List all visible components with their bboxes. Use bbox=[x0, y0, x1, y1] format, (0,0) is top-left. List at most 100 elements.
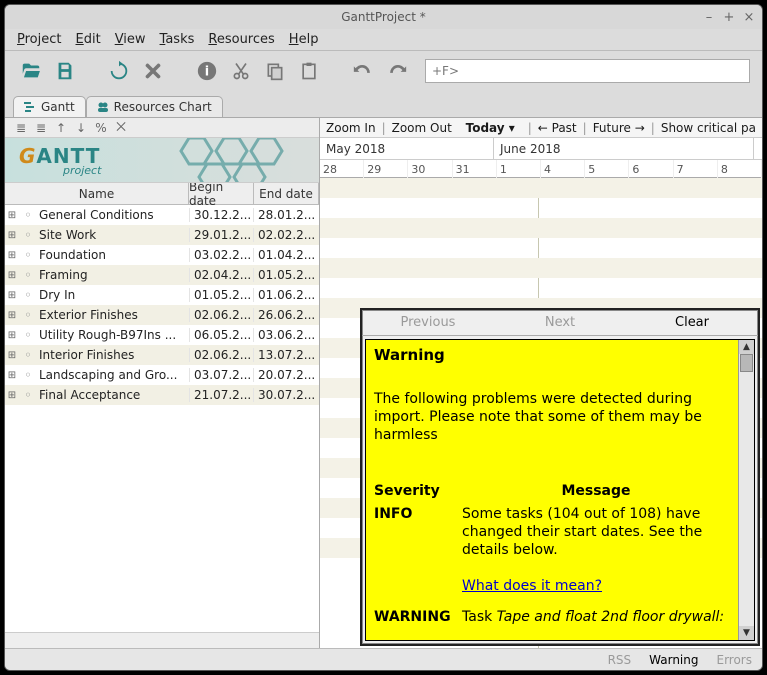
day-label: 4 bbox=[541, 160, 585, 178]
undo-icon[interactable] bbox=[349, 57, 377, 85]
outdent-icon[interactable]: ≣ bbox=[13, 120, 29, 136]
expand-icon[interactable]: ⊞ bbox=[5, 230, 19, 241]
open-icon[interactable] bbox=[17, 57, 45, 85]
tab-resources-label: Resources Chart bbox=[114, 100, 212, 114]
table-row[interactable]: ⊞◦Site Work29.01.2...02.02.2... bbox=[5, 225, 319, 245]
indent-icon[interactable]: ≣ bbox=[33, 120, 49, 136]
status-warning[interactable]: Warning bbox=[649, 653, 698, 667]
gantt-row bbox=[320, 278, 762, 298]
status-rss[interactable]: RSS bbox=[608, 653, 632, 667]
titlebar: GanttProject * – + × bbox=[5, 5, 762, 29]
menu-help[interactable]: Help bbox=[283, 30, 325, 49]
minimize-button[interactable]: – bbox=[702, 10, 716, 25]
future-button[interactable]: Future → bbox=[593, 121, 645, 135]
day-label: 6 bbox=[629, 160, 673, 178]
maximize-button[interactable]: + bbox=[722, 10, 736, 25]
unlink-icon[interactable]: ⨉ bbox=[113, 120, 129, 136]
col-end[interactable]: End date bbox=[254, 183, 319, 204]
task-bullet-icon: ◦ bbox=[19, 308, 37, 322]
critical-path-button[interactable]: Show critical pa bbox=[661, 121, 756, 135]
info-icon[interactable]: i bbox=[193, 57, 221, 85]
expand-icon[interactable]: ⊞ bbox=[5, 370, 19, 381]
table-row[interactable]: ⊞◦Exterior Finishes02.06.2...26.06.2... bbox=[5, 305, 319, 325]
redo-icon[interactable] bbox=[383, 57, 411, 85]
delete-icon[interactable] bbox=[139, 57, 167, 85]
menu-edit[interactable]: Edit bbox=[70, 30, 107, 49]
zoom-in-button[interactable]: Zoom In bbox=[326, 121, 376, 135]
clear-button[interactable]: Clear bbox=[626, 310, 758, 335]
status-errors[interactable]: Errors bbox=[716, 653, 752, 667]
task-bullet-icon: ◦ bbox=[19, 248, 37, 262]
task-name: Dry In bbox=[37, 288, 189, 302]
task-begin: 03.07.2... bbox=[189, 368, 254, 382]
expand-icon[interactable]: ⊞ bbox=[5, 250, 19, 261]
today-button[interactable]: Today ▾ bbox=[466, 121, 515, 135]
logo-g: G bbox=[19, 144, 36, 168]
expand-icon[interactable]: ⊞ bbox=[5, 290, 19, 301]
expand-icon[interactable]: ⊞ bbox=[5, 350, 19, 361]
task-begin: 02.06.2... bbox=[189, 308, 254, 322]
scroll-down-icon[interactable]: ▼ bbox=[739, 626, 754, 640]
gantt-controls: Zoom In | Zoom Out Today ▾ | ← Past | Fu… bbox=[320, 118, 762, 138]
expand-icon[interactable]: ⊞ bbox=[5, 210, 19, 221]
left-hscroll[interactable] bbox=[5, 632, 319, 648]
task-bullet-icon: ◦ bbox=[19, 348, 37, 362]
expand-icon[interactable]: ⊞ bbox=[5, 390, 19, 401]
menu-view[interactable]: View bbox=[109, 30, 152, 49]
refresh-icon[interactable] bbox=[105, 57, 133, 85]
table-row[interactable]: ⊞◦Utility Rough-B97Ins ...06.05.2...03.0… bbox=[5, 325, 319, 345]
expand-icon[interactable]: ⊞ bbox=[5, 310, 19, 321]
task-end: 13.07.2... bbox=[254, 348, 319, 362]
scroll-up-icon[interactable]: ▲ bbox=[739, 340, 754, 354]
gantt-row bbox=[320, 178, 762, 198]
move-up-icon[interactable]: ↑ bbox=[53, 120, 69, 136]
paste-icon[interactable] bbox=[295, 57, 323, 85]
month-label: May 2018 bbox=[320, 138, 494, 159]
task-end: 30.07.2... bbox=[254, 388, 319, 402]
task-name: Utility Rough-B97Ins ... bbox=[37, 328, 189, 342]
main-area: ≣ ≣ ↑ ↓ % ⨉ GANTT project Name Begin dat… bbox=[5, 117, 762, 648]
task-end: 03.06.2... bbox=[254, 328, 319, 342]
table-row[interactable]: ⊞◦Final Acceptance21.07.2...30.07.2... bbox=[5, 385, 319, 405]
save-icon[interactable] bbox=[51, 57, 79, 85]
task-bullet-icon: ◦ bbox=[19, 368, 37, 382]
col-begin[interactable]: Begin date bbox=[189, 183, 254, 204]
table-row[interactable]: ⊞◦Framing02.04.2...01.05.2... bbox=[5, 265, 319, 285]
what-does-it-mean-link[interactable]: What does it mean? bbox=[462, 578, 602, 594]
zoom-out-button[interactable]: Zoom Out bbox=[392, 121, 452, 135]
task-pane: ≣ ≣ ↑ ↓ % ⨉ GANTT project Name Begin dat… bbox=[5, 118, 320, 648]
menu-resources[interactable]: Resources bbox=[202, 30, 280, 49]
copy-icon[interactable] bbox=[261, 57, 289, 85]
cut-icon[interactable] bbox=[227, 57, 255, 85]
warning-panel-buttons: Previous Next Clear bbox=[362, 310, 758, 336]
task-end: 01.06.2... bbox=[254, 288, 319, 302]
task-bullet-icon: ◦ bbox=[19, 328, 37, 342]
past-button[interactable]: ← Past bbox=[538, 121, 577, 135]
move-down-icon[interactable]: ↓ bbox=[73, 120, 89, 136]
next-button[interactable]: Next bbox=[494, 310, 626, 335]
expand-icon[interactable]: ⊞ bbox=[5, 270, 19, 281]
table-row[interactable]: ⊞◦Interior Finishes02.06.2...13.07.2... bbox=[5, 345, 319, 365]
search-input[interactable] bbox=[425, 59, 750, 83]
table-row[interactable]: ⊞◦Foundation03.02.2...01.04.2... bbox=[5, 245, 319, 265]
menu-tasks[interactable]: Tasks bbox=[154, 30, 201, 49]
table-row[interactable]: ⊞◦Dry In01.05.2...01.06.2... bbox=[5, 285, 319, 305]
message-cell: Some tasks (104 out of 108) have changed… bbox=[462, 505, 730, 608]
close-button[interactable]: × bbox=[742, 10, 756, 25]
col-name[interactable]: Name bbox=[5, 183, 189, 204]
task-bullet-icon: ◦ bbox=[19, 268, 37, 282]
prev-button[interactable]: Previous bbox=[362, 310, 494, 335]
table-row[interactable]: ⊞◦Landscaping and Gro...03.07.2...20.07.… bbox=[5, 365, 319, 385]
scroll-thumb[interactable] bbox=[740, 354, 753, 372]
warning-scrollbar[interactable]: ▲ ▼ bbox=[738, 340, 754, 640]
expand-icon[interactable]: ⊞ bbox=[5, 330, 19, 341]
menu-project[interactable]: Project bbox=[11, 30, 68, 49]
task-mini-toolbar: ≣ ≣ ↑ ↓ % ⨉ bbox=[5, 118, 319, 138]
day-label: 29 bbox=[364, 160, 408, 178]
tab-resources[interactable]: Resources Chart bbox=[86, 96, 223, 117]
day-label: 31 bbox=[453, 160, 497, 178]
table-row[interactable]: ⊞◦General Conditions30.12.2...28.01.2... bbox=[5, 205, 319, 225]
link-icon[interactable]: % bbox=[93, 120, 109, 136]
tab-gantt[interactable]: Gantt bbox=[13, 96, 86, 117]
task-begin: 02.06.2... bbox=[189, 348, 254, 362]
